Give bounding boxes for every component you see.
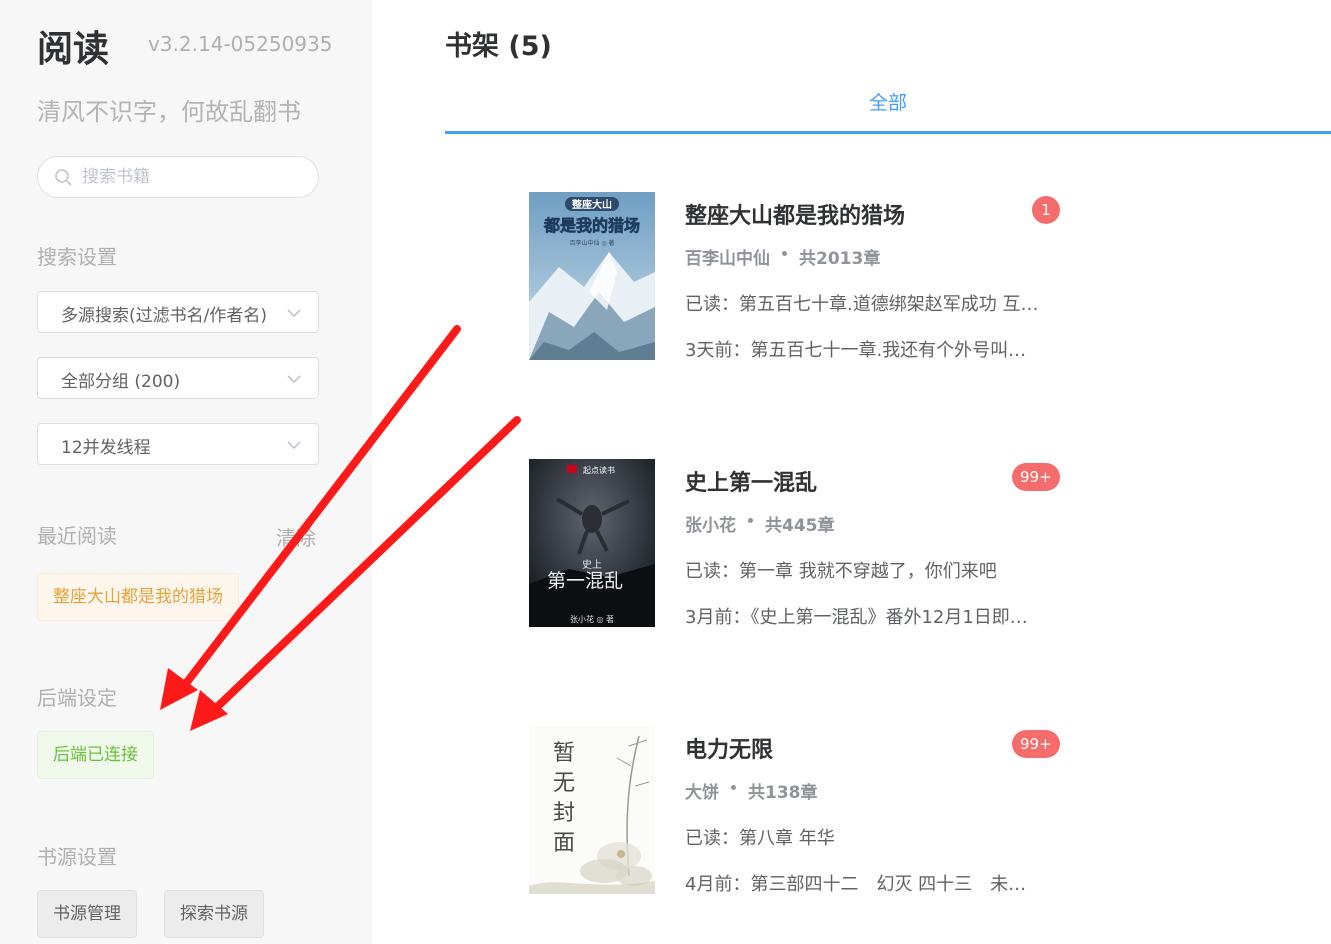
book-latest-chapter: 3天前：第五百七十一章.我还有个外号叫… [685, 340, 1027, 361]
cover-text-author: 百李山中仙 ◎ 著 [569, 239, 614, 247]
book-title[interactable]: 整座大山都是我的猎场 [685, 198, 905, 230]
unread-badge: 99+ [1012, 463, 1060, 491]
book-chapter-count: 共445章 [765, 516, 835, 536]
separator-dot [748, 518, 753, 523]
separator-dot [782, 251, 787, 256]
search-settings-label: 搜索设置 [37, 245, 117, 269]
book-meta: 百李山中仙 共2013章 [685, 244, 880, 269]
cover-text-line2: 都是我的猎场 [543, 216, 640, 235]
recent-book-tag[interactable]: 整座大山都是我的猎场 [37, 573, 239, 621]
book-read-progress: 已读：第八章 年华 [685, 828, 835, 849]
recent-read-label: 最近阅读 [37, 524, 117, 548]
tab-active-indicator [445, 131, 1331, 134]
book-title[interactable]: 电力无限 [685, 732, 773, 764]
app-slogan: 清风不识字，何故乱翻书 [37, 98, 301, 126]
search-input[interactable] [82, 165, 302, 189]
book-item[interactable]: 暂无封面 电力无限 99+ 大饼 共138章 已读：第八章 年华 4月前：第三部四… [529, 726, 1069, 895]
book-read-progress: 已读：第五百七十章.道德绑架赵军成功 互… [685, 294, 1039, 315]
book-cover[interactable]: 整座大山 都是我的猎场 百李山中仙 ◎ 著 [529, 192, 655, 360]
book-author: 百李山中仙 [685, 249, 770, 269]
source-settings-label: 书源设置 [37, 845, 117, 869]
cover-text-line2: 第一混乱 [547, 570, 623, 592]
source-explore-button[interactable]: 探索书源 [164, 890, 264, 938]
cover-brand: 起点读书 [583, 465, 615, 475]
shelf-title: 书架 (5) [445, 31, 552, 62]
book-meta: 大饼 共138章 [685, 778, 818, 803]
clear-recent-link[interactable]: 清除 [276, 522, 316, 551]
app-version: v3.2.14-05250935 [148, 32, 333, 56]
book-read-progress: 已读：第一章 我就不穿越了，你们来吧 [685, 561, 997, 582]
book-author: 张小花 [685, 516, 736, 536]
source-mode-value: 多源搜索(过滤书名/作者名) [61, 306, 267, 326]
source-manage-button[interactable]: 书源管理 [37, 890, 137, 938]
sidebar: 阅读 v3.2.14-05250935 清风不识字，何故乱翻书 搜索设置 多源搜… [0, 0, 372, 944]
book-cover[interactable]: 起点读书 史上 第一混乱 张小花 ◎ 著 [529, 459, 655, 627]
source-mode-select[interactable]: 多源搜索(过滤书名/作者名) [37, 291, 319, 333]
separator-dot [731, 785, 736, 790]
book-item[interactable]: 整座大山 都是我的猎场 百李山中仙 ◎ 著 整座大山都是我的猎场 1 百李山中仙… [529, 192, 1069, 361]
cover-text-author: 张小花 ◎ 著 [570, 614, 614, 624]
book-title[interactable]: 史上第一混乱 [685, 465, 817, 497]
search-icon [55, 169, 72, 186]
backend-status-tag[interactable]: 后端已连接 [37, 731, 154, 779]
threads-select[interactable]: 12并发线程 [37, 423, 319, 465]
cover-text-line1: 整座大山 [571, 198, 612, 211]
unread-badge: 1 [1032, 196, 1060, 224]
book-latest-chapter: 3月前：《史上第一混乱》番外12月1日即… [685, 607, 1028, 628]
book-author: 大饼 [685, 783, 719, 803]
cover-text-line1: 史上 [582, 559, 602, 571]
app-title: 阅读 [37, 29, 110, 70]
book-cover[interactable]: 暂无封面 [529, 726, 655, 894]
book-chapter-count: 共2013章 [799, 249, 881, 269]
search-box[interactable] [37, 156, 319, 198]
book-chapter-count: 共138章 [748, 783, 818, 803]
tab-all[interactable]: 全部 [445, 88, 1331, 134]
chevron-down-icon [287, 309, 301, 318]
book-item[interactable]: 起点读书 史上 第一混乱 张小花 ◎ 著 史上第一混乱 99+ 张小花 共445章… [529, 459, 1069, 628]
book-latest-chapter: 4月前：第三部四十二 幻灭 四十三 未… [685, 874, 1027, 895]
backend-settings-label: 后端设定 [37, 686, 117, 710]
chevron-down-icon [287, 375, 301, 384]
unread-badge: 99+ [1012, 730, 1060, 758]
threads-value: 12并发线程 [61, 438, 151, 458]
book-meta: 张小花 共445章 [685, 511, 835, 536]
chevron-down-icon [287, 441, 301, 450]
group-select[interactable]: 全部分组 (200) [37, 357, 319, 399]
group-value: 全部分组 (200) [61, 372, 181, 392]
